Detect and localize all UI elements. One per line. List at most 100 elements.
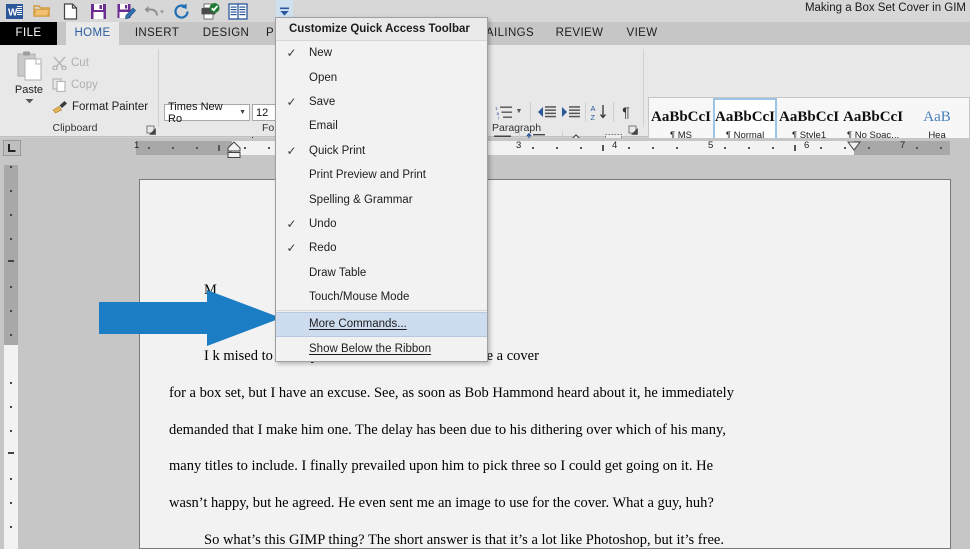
clipboard-group-label: Clipboard xyxy=(52,122,98,134)
menu-item-touch-mouse-mode[interactable]: Touch/Mouse Mode xyxy=(276,285,487,309)
menu-item-label: Draw Table xyxy=(309,266,367,279)
menu-item-label: Print Preview and Print xyxy=(309,169,426,182)
save-icon[interactable] xyxy=(84,0,112,22)
tab-home[interactable]: HOME xyxy=(66,22,119,45)
tab-review[interactable]: REVIEW xyxy=(552,22,607,45)
chevron-down-icon: ▼ xyxy=(239,109,246,116)
multilevel-list-icon: 1 a i xyxy=(495,106,512,120)
group-divider xyxy=(613,102,614,122)
doc-line: many titles to include. I finally prevai… xyxy=(169,458,714,474)
window-title: Making a Box Set Cover in GIM xyxy=(804,2,966,14)
menu-item-quick-print[interactable]: ✓ Quick Print xyxy=(276,139,487,163)
undo-icon[interactable] xyxy=(140,0,168,22)
new-document-icon[interactable] xyxy=(56,0,84,22)
word-application-window: W Making a Box Set Cover in GIM FILE HOM… xyxy=(0,0,970,549)
multilevel-list-dropdown[interactable]: ▼ xyxy=(514,105,524,117)
style-preview: AaBbCcI xyxy=(715,108,776,125)
menu-item-open[interactable]: Open xyxy=(276,65,487,89)
sort-button[interactable]: A Z xyxy=(589,102,609,122)
tab-file[interactable]: FILE xyxy=(0,22,57,45)
tab-stop-selector[interactable] xyxy=(3,140,21,156)
copy-button[interactable]: Copy xyxy=(52,78,98,92)
font-size-value: 12 xyxy=(256,106,269,119)
format-painter-button[interactable]: Format Painter xyxy=(52,100,148,114)
svg-text:A: A xyxy=(591,104,596,113)
chevron-down-icon xyxy=(25,99,33,104)
doc-line: So what’s this GIMP thing? The short ans… xyxy=(204,532,724,548)
redo-icon[interactable] xyxy=(168,0,196,22)
menu-item-print-preview-and-print[interactable]: Print Preview and Print xyxy=(276,163,487,187)
menu-item-label: Undo xyxy=(309,217,337,230)
menu-title: Customize Quick Access Toolbar xyxy=(276,18,487,41)
cut-label: Cut xyxy=(71,57,89,69)
checkmark-icon: ✓ xyxy=(286,241,297,256)
save-as-icon[interactable] xyxy=(112,0,140,22)
menu-item-undo[interactable]: ✓ Undo xyxy=(276,212,487,236)
tab-insert[interactable]: INSERT xyxy=(126,22,188,45)
menu-item-save[interactable]: ✓ Save xyxy=(276,90,487,114)
left-tab-icon xyxy=(8,144,16,152)
increase-indent-button[interactable] xyxy=(560,103,580,121)
menu-item-label: New xyxy=(309,47,333,60)
svg-text:i: i xyxy=(498,115,499,120)
menu-item-label: Quick Print xyxy=(309,144,366,157)
multilevel-list-button[interactable]: 1 a i xyxy=(494,103,514,121)
tab-mailings[interactable]: AILINGS xyxy=(482,22,538,45)
print-preview-icon[interactable] xyxy=(224,0,252,22)
menu-item-label: More Commands... xyxy=(309,318,407,331)
menu-item-label: Spelling & Grammar xyxy=(309,193,413,206)
paintbrush-icon xyxy=(52,101,67,114)
cut-button[interactable]: Cut xyxy=(52,56,89,70)
decrease-indent-button[interactable] xyxy=(536,103,556,121)
checkmark-icon: ✓ xyxy=(286,46,297,61)
scissors-icon xyxy=(52,56,67,70)
copy-icon xyxy=(52,78,66,92)
style-preview: AaBbCcI xyxy=(843,108,904,125)
quick-print-icon[interactable] xyxy=(196,0,224,22)
first-line-indent-marker[interactable] xyxy=(224,139,244,159)
checkmark-icon: ✓ xyxy=(286,143,297,158)
quick-access-toolbar: W xyxy=(0,0,252,22)
customize-quick-access-toolbar-menu: Customize Quick Access Toolbar ✓ New Ope… xyxy=(275,17,488,363)
menu-item-label: Touch/Mouse Mode xyxy=(309,291,410,304)
font-name-input[interactable]: Times New Ro ▼ xyxy=(164,101,250,125)
show-formatting-marks-button[interactable]: ¶ xyxy=(617,102,635,122)
clipboard-dialog-launcher[interactable] xyxy=(146,123,157,135)
group-divider xyxy=(530,102,531,122)
menu-item-more-commands[interactable]: More Commands... xyxy=(276,312,487,337)
group-divider xyxy=(643,49,644,127)
style-preview: AaBbCcI xyxy=(779,108,840,125)
menu-item-spelling-and-grammar[interactable]: Spelling & Grammar xyxy=(276,187,487,211)
doc-line: wasn’t happy, but he agreed. He even sen… xyxy=(169,495,714,511)
word-logo-icon: W xyxy=(0,0,28,22)
checkmark-icon: ✓ xyxy=(286,216,297,231)
menu-item-draw-table[interactable]: Draw Table xyxy=(276,261,487,285)
menu-separator xyxy=(276,310,487,312)
group-divider xyxy=(158,49,159,127)
paste-label: Paste xyxy=(14,84,44,96)
menu-item-redo[interactable]: ✓ Redo xyxy=(276,236,487,260)
doc-line: demanded that I make him one. The delay … xyxy=(169,422,726,438)
menu-item-label: Redo xyxy=(309,242,337,255)
menu-item-label: Email xyxy=(309,120,338,133)
menu-item-label: Save xyxy=(309,95,336,108)
tab-view[interactable]: VIEW xyxy=(622,22,662,45)
sort-az-icon: A Z xyxy=(591,104,606,121)
group-divider xyxy=(585,102,586,122)
tab-design[interactable]: DESIGN xyxy=(194,22,258,45)
menu-item-email[interactable]: Email xyxy=(276,114,487,138)
increase-indent-icon xyxy=(561,106,580,118)
paste-icon xyxy=(17,51,42,81)
menu-item-new[interactable]: ✓ New xyxy=(276,41,487,65)
paragraph-dialog-launcher[interactable] xyxy=(628,123,639,135)
format-painter-label: Format Painter xyxy=(72,101,149,113)
open-folder-icon[interactable] xyxy=(28,0,56,22)
svg-text:Z: Z xyxy=(591,113,596,121)
style-preview: AaBbCcI xyxy=(651,108,712,125)
paste-button[interactable]: Paste xyxy=(8,51,50,123)
menu-item-show-below-the-ribbon[interactable]: Show Below the Ribbon xyxy=(276,337,487,361)
doc-line: for a box set, but I have an excuse. See… xyxy=(169,385,734,401)
right-indent-marker[interactable] xyxy=(846,140,864,154)
decrease-indent-icon xyxy=(537,106,556,118)
vertical-ruler[interactable] xyxy=(4,165,18,549)
